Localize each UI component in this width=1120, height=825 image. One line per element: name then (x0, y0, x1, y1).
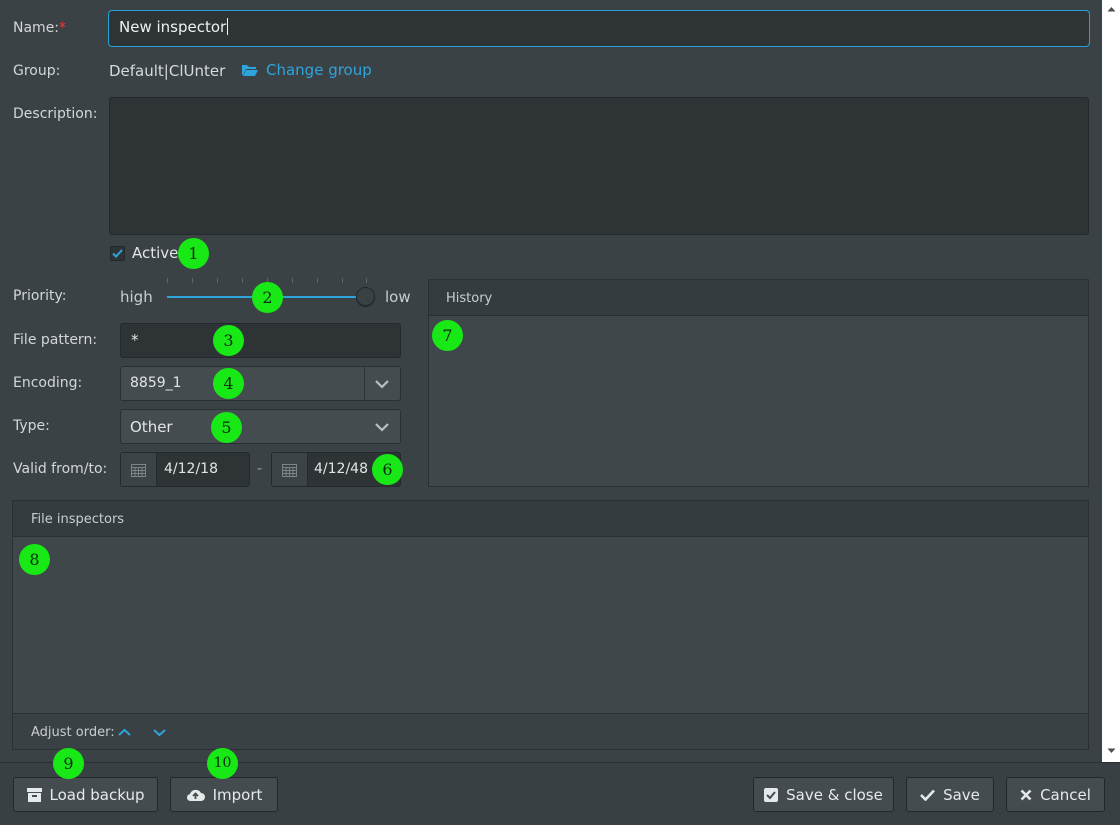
load-backup-label: Load backup (49, 785, 145, 804)
marker-10: 10 (207, 748, 238, 779)
marker-8: 8 (19, 544, 50, 575)
required-asterisk: * (59, 20, 67, 36)
close-icon (1020, 789, 1032, 800)
valid-to-value: 4/12/48 (314, 461, 368, 477)
encoding-value: 8859_1 (130, 375, 182, 391)
active-checkbox[interactable]: Active (110, 244, 178, 262)
checkbox-box (110, 245, 125, 261)
valid-from-value: 4/12/18 (164, 461, 218, 477)
valid-from-input[interactable]: 4/12/18 (120, 452, 250, 487)
chevron-down-icon (375, 423, 389, 432)
priority-label: Priority: (13, 288, 67, 304)
check-icon (112, 248, 123, 258)
marker-9: 9 (53, 748, 84, 779)
group-label: Group: (13, 63, 61, 79)
file-pattern-label: File pattern: (13, 332, 98, 348)
history-panel: History (428, 279, 1089, 487)
priority-low-label: low (385, 288, 411, 306)
chevron-down-icon[interactable] (153, 728, 166, 737)
import-label: Import (212, 785, 263, 804)
marker-5: 5 (211, 412, 242, 443)
date-separator: - (257, 461, 263, 477)
save-button[interactable]: Save (906, 777, 994, 812)
type-label: Type: (13, 418, 50, 434)
cancel-label: Cancel (1040, 785, 1091, 804)
file-inspectors-title: File inspectors (13, 501, 1088, 537)
archive-icon (26, 787, 42, 802)
file-inspectors-panel: File inspectors Adjust order: (12, 500, 1089, 750)
marker-2: 2 (252, 282, 283, 313)
folder-open-icon (242, 65, 258, 76)
name-input[interactable]: New inspector (108, 10, 1090, 47)
marker-7: 7 (432, 320, 463, 351)
valid-label: Valid from/to: (13, 461, 108, 477)
history-title: History (429, 280, 1088, 316)
type-select[interactable]: Other (120, 409, 401, 444)
active-label: Active (132, 244, 179, 262)
type-value: Other (130, 418, 173, 436)
group-value: Default|ClUnter (109, 62, 226, 80)
calendar-icon[interactable] (272, 453, 308, 486)
adjust-order-bar: Adjust order: (13, 713, 1088, 749)
scroll-up-icon[interactable] (1107, 6, 1116, 12)
import-button[interactable]: Import (170, 777, 278, 812)
chevron-down-icon (375, 380, 389, 389)
encoding-select[interactable]: 8859_1 (120, 366, 401, 401)
slider-handle[interactable] (356, 287, 375, 306)
change-group-link[interactable]: Change group (241, 61, 372, 79)
name-label: Name:* (13, 20, 67, 36)
vertical-scrollbar[interactable] (1102, 0, 1120, 762)
load-backup-button[interactable]: Load backup (13, 777, 158, 812)
cloud-upload-icon (186, 789, 205, 801)
name-input-value: New inspector (119, 18, 227, 36)
marker-1: 1 (178, 238, 209, 269)
change-group-label: Change group (266, 61, 372, 79)
file-pattern-input[interactable]: * (120, 323, 401, 358)
chevron-up-icon[interactable] (118, 728, 131, 737)
marker-4: 4 (213, 368, 244, 399)
marker-3: 3 (213, 325, 244, 356)
text-cursor (227, 18, 229, 35)
marker-6: 6 (372, 454, 403, 485)
save-close-label: Save & close (786, 785, 883, 804)
check-square-icon (764, 787, 779, 802)
save-label: Save (943, 785, 980, 804)
scroll-down-icon[interactable] (1107, 748, 1116, 754)
cancel-button[interactable]: Cancel (1006, 777, 1105, 812)
encoding-label: Encoding: (13, 375, 83, 391)
save-close-button[interactable]: Save & close (753, 777, 894, 812)
calendar-icon[interactable] (121, 453, 157, 486)
description-textarea[interactable] (109, 97, 1089, 235)
adjust-order-label: Adjust order: (31, 725, 115, 740)
priority-high-label: high (120, 288, 153, 306)
description-label: Description: (13, 106, 98, 122)
check-icon (920, 789, 936, 801)
